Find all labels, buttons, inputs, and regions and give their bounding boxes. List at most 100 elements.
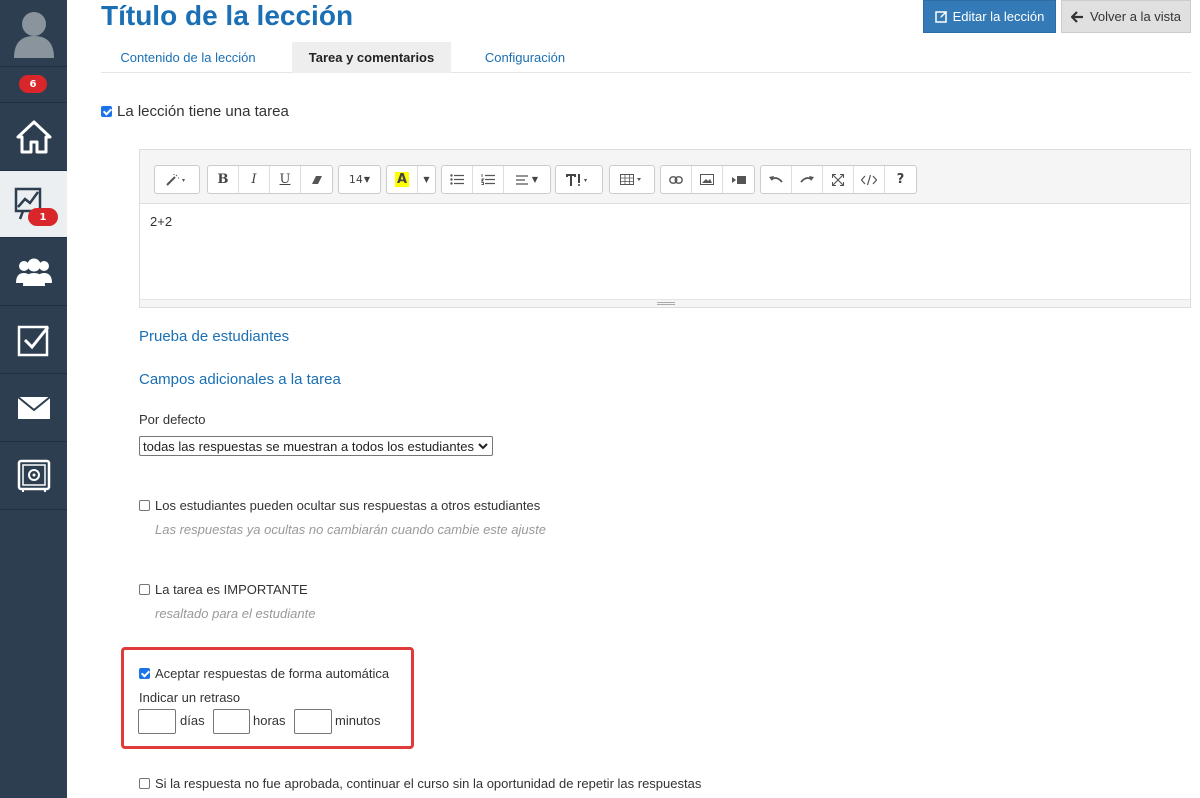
chevron-down-icon [478,442,488,449]
edit-lesson-button[interactable]: Editar la lección [923,0,1056,33]
has-task-checkbox[interactable] [101,106,112,117]
code-icon [861,174,877,185]
hide-answers-checkbox[interactable] [139,500,150,511]
tab-task-comments[interactable]: Tarea y comentarios [292,42,451,73]
numbered-list-button[interactable] [473,166,504,193]
sidebar-item-profile[interactable] [0,0,67,67]
back-to-view-label: Volver a la vista [1089,9,1182,24]
style-group [555,165,603,194]
color-dropdown-button[interactable]: ▼ [418,166,435,193]
grip-icon [657,302,675,305]
video-icon [731,175,746,184]
font-style-group: B I U [207,165,333,194]
insert-group [660,165,755,194]
auto-accept-label: Aceptar respuestas de forma automática [155,666,390,681]
color-group: A ▼ [386,165,436,194]
tab-lesson-content[interactable]: Contenido de la lección [101,42,275,73]
font-size-group: 14 ▼ [338,165,381,194]
text-style-dropdown[interactable] [556,166,602,193]
magic-wand-button[interactable] [155,166,199,193]
hours-unit-label: horas [253,713,286,728]
font-size-value: 14 [348,173,363,186]
important-task-checkbox[interactable] [139,584,150,595]
edit-lesson-label: Editar la lección [952,9,1045,24]
underline-button[interactable]: U [270,166,301,193]
checkbox-task-icon [17,325,49,356]
has-task-row: La lección tiene una tarea [101,103,289,120]
additional-fields-link[interactable]: Campos adicionales a la tarea [139,371,341,388]
text-color-button[interactable]: A [387,166,418,193]
important-task-hint: resaltado para el estudiante [155,606,316,621]
link-button[interactable] [661,166,692,193]
redo-icon [800,175,814,183]
caret-down-icon: ▼ [363,175,371,184]
text-style-icon [566,173,587,186]
align-dropdown[interactable]: ▼ [504,166,550,193]
bullet-list-button[interactable] [442,166,473,193]
fullscreen-icon [832,173,844,186]
sidebar: 6 1 [0,0,67,798]
eraser-icon [311,175,322,184]
rich-text-editor: B I U 14 ▼ A ▼ ▼ ? 2+2 [139,149,1191,308]
sidebar-item-home[interactable] [0,103,67,171]
magic-wand-icon [166,173,185,186]
hide-answers-hint: Las respuestas ya ocultas no cambiarán c… [155,522,546,537]
delay-label: Indicar un retraso [139,690,241,705]
code-view-button[interactable] [854,166,885,193]
important-task-row: La tarea es IMPORTANTE [139,582,308,597]
sidebar-item-courses[interactable]: 1 [0,171,67,238]
highlight-color-icon: A [394,172,410,187]
important-task-label: La tarea es IMPORTANTE [155,582,308,597]
sidebar-item-tasks[interactable] [0,306,67,374]
numbered-list-icon [481,174,495,185]
auto-accept-checkbox[interactable] [139,668,150,679]
caret-down-icon: ▼ [423,175,430,184]
image-icon [700,174,714,185]
undo-button[interactable] [761,166,792,193]
minutes-unit-label: minutos [335,713,381,728]
redo-button[interactable] [792,166,823,193]
bold-button[interactable]: B [208,166,239,193]
fullscreen-button[interactable] [823,166,854,193]
italic-button[interactable]: I [239,166,270,193]
delay-minutes-input[interactable] [294,709,332,734]
editor-content[interactable]: 2+2 [150,214,172,229]
sidebar-item-users[interactable] [0,238,67,306]
history-group: ? [760,165,917,194]
list-group: ▼ [441,165,551,194]
sidebar-item-messages[interactable] [0,374,67,442]
tab-settings[interactable]: Configuración [468,42,582,73]
continue-course-label: Si la respuesta no fue aprobada, continu… [155,776,702,791]
video-button[interactable] [723,166,754,193]
delay-days-input[interactable] [138,709,176,734]
auto-accept-row: Aceptar respuestas de forma automática [139,666,389,681]
undo-icon [769,175,783,183]
continue-course-checkbox[interactable] [139,778,150,789]
student-test-link[interactable]: Prueba de estudiantes [139,328,289,345]
safe-settings-icon [17,459,50,492]
arrow-left-icon [1070,10,1083,23]
caret-down-icon: ▼ [531,175,539,184]
table-dropdown[interactable] [610,166,654,193]
has-task-label: La lección tiene una tarea [117,103,289,120]
user-avatar-icon [13,12,54,58]
hide-answers-row: Los estudiantes pueden ocultar sus respu… [139,498,540,513]
home-icon [16,120,51,153]
sidebar-item-notifications[interactable]: 6 [0,67,67,103]
font-size-dropdown[interactable]: 14 ▼ [339,166,380,193]
default-visibility-select[interactable]: todas las respuestas se muestran a todos… [139,436,493,456]
table-icon [620,174,641,185]
bullet-list-icon [450,174,464,185]
days-unit-label: días [180,713,205,728]
sidebar-item-settings[interactable] [0,442,67,510]
editor-toolbar: B I U 14 ▼ A ▼ ▼ ? [140,150,1190,204]
help-button[interactable]: ? [885,166,916,193]
eraser-button[interactable] [301,166,332,193]
delay-hours-input[interactable] [213,709,250,734]
courses-badge: 1 [28,208,58,226]
tab-bar: Contenido de la lección Tarea y comentar… [101,42,1191,73]
back-to-view-button[interactable]: Volver a la vista [1061,0,1191,33]
editor-resize-handle[interactable] [140,299,1190,307]
page-title: Título de la lección [101,0,354,31]
image-button[interactable] [692,166,723,193]
